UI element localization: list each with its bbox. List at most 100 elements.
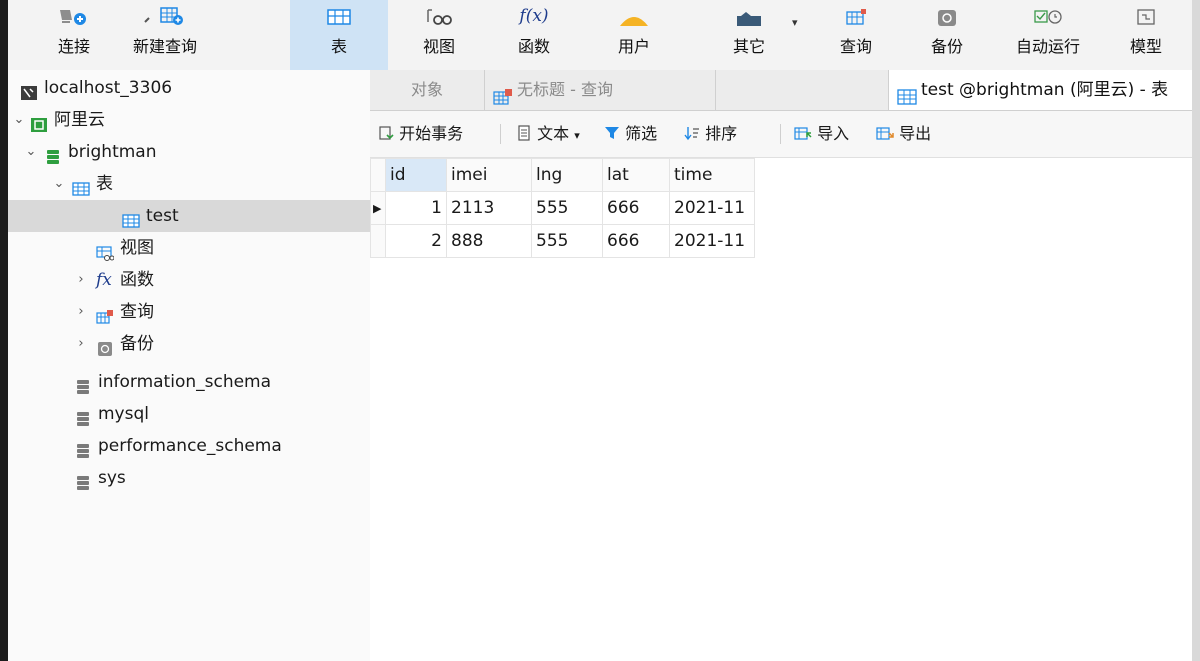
table-icon [122, 208, 140, 228]
model-button[interactable]: 模型 [1110, 0, 1182, 70]
new-query-icon [116, 2, 214, 26]
others-button[interactable]: 其它 [708, 0, 790, 70]
table-icon [897, 81, 917, 110]
database-label: mysql [98, 404, 149, 424]
function-label: 函数 [517, 37, 550, 56]
column-header-id[interactable]: id [385, 158, 447, 192]
chevron-down-icon[interactable]: ⌄ [12, 104, 26, 136]
view-label: 视图 [422, 37, 455, 56]
connection-node[interactable]: localhost_3306 [8, 72, 370, 104]
user-icon [598, 2, 670, 26]
chevron-down-icon[interactable]: ⌄ [52, 168, 66, 200]
begin-transaction-label: 开始事务 [399, 124, 464, 143]
column-header-lng[interactable]: lng [531, 158, 603, 192]
text-view-button[interactable]: 文本 ▾ [516, 123, 580, 145]
row-indicator-header [370, 158, 386, 192]
tab-untitled-query[interactable]: 无标题 - 查询 [485, 70, 716, 110]
connect-button[interactable]: 连接 [38, 0, 110, 70]
backup-button[interactable]: 备份 [911, 0, 983, 70]
tab-test-table-label: test @brightman (阿里云) - 表 [921, 80, 1169, 100]
cell-id[interactable]: 2 [385, 224, 447, 258]
chevron-down-icon[interactable]: ⌄ [24, 136, 38, 168]
column-header-time[interactable]: time [669, 158, 755, 192]
aliyun-node[interactable]: ⌄ 阿里云 [8, 104, 370, 136]
query-icon [96, 304, 114, 324]
table-button[interactable]: 表 [290, 0, 388, 70]
view-icon [403, 2, 475, 26]
database-icon [74, 374, 92, 394]
export-button[interactable]: 导出 [876, 123, 931, 145]
database-label: sys [98, 468, 126, 488]
column-header-lat[interactable]: lat [602, 158, 670, 192]
queries-node[interactable]: › 查询 [8, 296, 370, 328]
database-label: information_schema [98, 372, 272, 392]
query-button[interactable]: 查询 [820, 0, 892, 70]
current-row-indicator-icon: ▶ [370, 191, 386, 225]
auto-run-button[interactable]: 自动运行 [1003, 0, 1093, 70]
views-node[interactable]: 视图 [8, 232, 370, 264]
tab-test-table[interactable]: test @brightman (阿里云) - 表 [889, 70, 1192, 110]
user-label: 用户 [617, 37, 650, 56]
navigation-tree: localhost_3306 ⌄ 阿里云 ⌄ brightman ⌄ 表 tes… [8, 70, 371, 661]
auto-run-label: 自动运行 [1015, 37, 1080, 56]
cell-time[interactable]: 2021-11 [669, 191, 755, 225]
new-query-button[interactable]: 新建查询 [116, 0, 214, 70]
views-label: 视图 [120, 238, 154, 258]
query-icon [493, 81, 513, 110]
tab-objects-label: 对象 [410, 80, 443, 99]
main-toolbar: 连接 新建查询 表 视图 f(x) 函数 用户 其它 ▾ 查询 备份 自动运行 … [8, 0, 1192, 71]
tab-objects[interactable]: 对象 [370, 70, 485, 110]
table-row[interactable]: ▶ 1 2113 555 666 2021-11 [370, 191, 755, 225]
sort-button[interactable]: 排序 [684, 123, 737, 145]
aliyun-connection-icon [30, 112, 48, 132]
import-label: 导入 [817, 124, 850, 143]
begin-transaction-button[interactable]: 开始事务 [378, 123, 463, 145]
backup-label: 备份 [930, 37, 963, 56]
vertical-scrollbar[interactable] [1192, 0, 1200, 661]
model-icon [1110, 2, 1182, 26]
user-button[interactable]: 用户 [598, 0, 670, 70]
table-label: 表 [330, 37, 347, 56]
database-node-performance-schema[interactable]: performance_schema [8, 430, 370, 462]
cell-id[interactable]: 1 [385, 191, 447, 225]
sort-icon [684, 125, 700, 147]
tables-folder-node[interactable]: ⌄ 表 [8, 168, 370, 200]
cell-time[interactable]: 2021-11 [669, 224, 755, 258]
table-node-test[interactable]: test [8, 200, 370, 232]
database-label: performance_schema [98, 436, 282, 456]
database-node-brightman[interactable]: ⌄ brightman [8, 136, 370, 168]
database-node-sys[interactable]: sys [8, 462, 370, 494]
functions-label: 函数 [120, 270, 154, 290]
others-dropdown-icon[interactable]: ▾ [792, 16, 798, 29]
backups-label: 备份 [120, 334, 154, 354]
filter-label: 筛选 [625, 124, 658, 143]
sort-label: 排序 [705, 124, 738, 143]
query-icon [820, 2, 892, 26]
backups-node[interactable]: › 备份 [8, 328, 370, 360]
cell-lng[interactable]: 555 [531, 224, 603, 258]
column-header-imei[interactable]: imei [446, 158, 532, 192]
connect-label: 连接 [57, 37, 90, 56]
functions-node[interactable]: › fx 函数 [8, 264, 370, 296]
import-icon [794, 125, 812, 147]
export-icon [876, 125, 894, 147]
cell-imei[interactable]: 2113 [446, 191, 532, 225]
chevron-right-icon[interactable]: › [74, 296, 88, 328]
database-node-information-schema[interactable]: information_schema [8, 366, 370, 398]
cell-lng[interactable]: 555 [531, 191, 603, 225]
cell-lat[interactable]: 666 [602, 224, 670, 258]
cell-imei[interactable]: 888 [446, 224, 532, 258]
function-button[interactable]: f(x) 函数 [498, 0, 570, 70]
chevron-down-icon[interactable]: ▾ [574, 129, 580, 142]
table-row[interactable]: 2 888 555 666 2021-11 [370, 224, 755, 258]
chevron-right-icon[interactable]: › [74, 264, 88, 296]
view-icon [96, 240, 115, 261]
import-button[interactable]: 导入 [794, 123, 849, 145]
view-button[interactable]: 视图 [403, 0, 475, 70]
filter-icon [604, 125, 620, 147]
tab-bar: 对象 无标题 - 查询 test @brightman (阿里云) - 表 [370, 70, 1192, 111]
cell-lat[interactable]: 666 [602, 191, 670, 225]
database-node-mysql[interactable]: mysql [8, 398, 370, 430]
chevron-right-icon[interactable]: › [74, 328, 88, 360]
filter-button[interactable]: 筛选 [604, 123, 657, 145]
